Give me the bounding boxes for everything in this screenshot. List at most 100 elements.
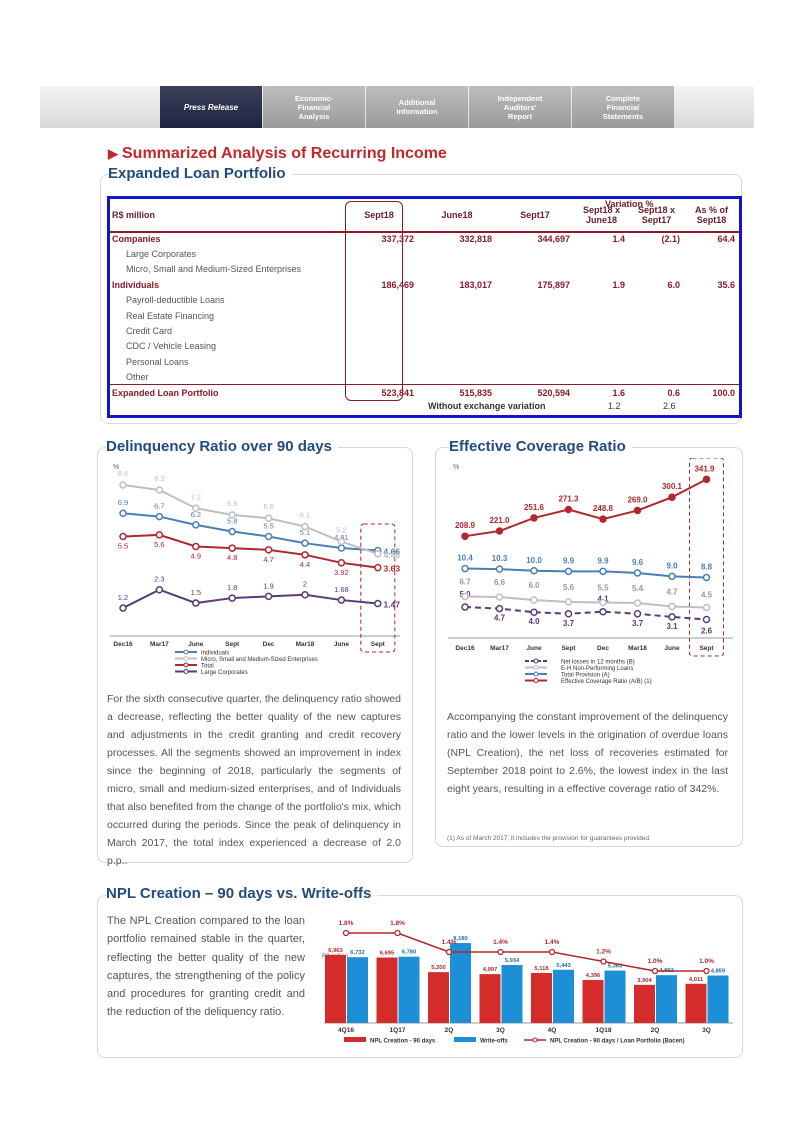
data-label: 221.0 <box>489 516 510 525</box>
data-point <box>155 486 164 494</box>
data-label: 251.6 <box>524 503 545 512</box>
data-label: 1.2 <box>118 593 128 602</box>
row-label: Other <box>126 371 149 382</box>
data-label: 341.9 <box>694 464 715 473</box>
col-header: Sept18 x Sept17 <box>637 205 676 225</box>
bar-value-label: 5,443 <box>556 963 571 969</box>
data-point <box>228 544 236 552</box>
data-point <box>461 603 469 611</box>
cell-value <box>340 246 418 261</box>
data-point <box>374 599 382 608</box>
data-point <box>374 563 382 572</box>
data-point <box>668 602 676 611</box>
cell-value: 183,017 <box>459 279 492 290</box>
tab-complete-financial-statements[interactable]: Complete Financial Statements <box>572 86 674 128</box>
x-tick-label: Mar18 <box>628 645 647 652</box>
data-label: 6.6 <box>263 502 273 511</box>
x-tick-label: Dec16 <box>455 645 475 652</box>
tab-independent-auditors-report[interactable]: Independent Auditors' Report <box>469 86 571 128</box>
cell-value <box>340 339 418 354</box>
cell-value <box>629 246 684 261</box>
cell-value <box>574 339 629 354</box>
cell-value <box>418 293 496 308</box>
cell-value <box>496 246 574 261</box>
note-value: 1.2 <box>608 401 621 411</box>
tab-economic-financial-analysis[interactable]: Economic- Financial Analysis <box>263 86 365 128</box>
x-tick-label: 1Q18 <box>596 1027 612 1034</box>
tab-press-release[interactable]: Press Release <box>160 86 262 128</box>
data-point <box>668 613 676 621</box>
data-point <box>301 522 309 531</box>
data-point <box>668 493 676 501</box>
legend-label: NPL Creation - 90 days <box>370 1039 436 1045</box>
bar-value-label: 5,118 <box>534 966 549 972</box>
cell-value <box>418 262 496 277</box>
cell-value: 35.6 <box>717 279 735 290</box>
data-label: 1.4% <box>545 939 560 946</box>
cell-value: 0.6 <box>629 384 684 401</box>
data-label: 3.7 <box>632 619 644 628</box>
bar <box>325 954 346 1023</box>
legend-label: Large Corporates <box>201 670 248 676</box>
bar-value-label: 5,934 <box>505 958 520 964</box>
data-label: 3.7 <box>563 619 575 628</box>
data-label: 8.3 <box>154 474 164 483</box>
bar <box>685 983 707 1023</box>
data-label: 1.0% <box>648 958 663 965</box>
cell-value: 100.0 <box>684 384 739 401</box>
data-point <box>192 504 200 513</box>
exchange-variation-note: Without exchange variation 1.2 2.6 <box>428 401 676 411</box>
data-point <box>564 598 573 606</box>
cell-value <box>340 370 418 385</box>
data-label: 4.5 <box>701 591 713 600</box>
cell-value <box>574 293 629 308</box>
cell-value <box>684 370 739 385</box>
coverage-title: Effective Coverage Ratio <box>449 438 632 455</box>
row-label: CDC / Vehicle Leasing <box>126 341 217 352</box>
data-point <box>599 607 607 616</box>
data-label: 4.7 <box>263 555 273 564</box>
x-tick-label: Sept <box>225 641 240 648</box>
data-point <box>342 929 350 937</box>
data-point <box>633 599 642 607</box>
x-tick-label: Dec16 <box>113 641 133 648</box>
row-label: Micro, Small and Medium-Sized Enterprise… <box>126 264 302 275</box>
data-point <box>192 521 200 529</box>
cell-value <box>574 246 629 261</box>
coverage-chart: %Dec16Mar17JuneSeptDecMar18JuneSept5.04.… <box>448 458 733 685</box>
data-label: 5.5 <box>263 522 273 531</box>
legend-label: Micro, Small and Medium-Sized Enterprise… <box>201 657 318 663</box>
tab-additional-information[interactable]: Additional Information <box>366 86 468 128</box>
bar <box>376 957 398 1023</box>
data-point <box>651 967 659 975</box>
data-point <box>374 550 382 558</box>
cell-value <box>496 262 574 277</box>
x-tick-label: June <box>664 645 680 652</box>
bar <box>347 957 368 1023</box>
cell-value <box>684 246 739 261</box>
data-label: 1.8% <box>339 920 354 927</box>
data-label: 248.8 <box>593 504 614 513</box>
legend-marker <box>183 649 189 655</box>
loan-portfolio-title: Expanded Loan Portfolio <box>108 165 292 182</box>
bar-value-label: 6,732 <box>350 950 365 956</box>
data-label: 1.5 <box>191 588 201 597</box>
data-point <box>599 567 607 576</box>
data-point <box>530 608 538 616</box>
cell-value <box>574 370 629 385</box>
row-label: Credit Card <box>126 326 173 337</box>
data-label: 1.0% <box>699 958 714 965</box>
table-row: Other <box>110 370 739 385</box>
data-label: 8.6 <box>118 469 128 478</box>
data-label: 4.4 <box>300 560 310 569</box>
bar <box>634 984 655 1023</box>
cell-value <box>418 354 496 369</box>
data-label: 271.3 <box>558 495 579 504</box>
npl-text: The NPL Creation compared to the loan po… <box>107 915 305 1019</box>
data-point <box>461 532 469 540</box>
legend-marker <box>533 678 539 683</box>
bar-value-label: 4,396 <box>586 973 601 979</box>
data-label: 1.47 <box>384 600 401 610</box>
data-label: 1.8% <box>390 920 405 927</box>
data-label: 2 <box>303 580 307 589</box>
